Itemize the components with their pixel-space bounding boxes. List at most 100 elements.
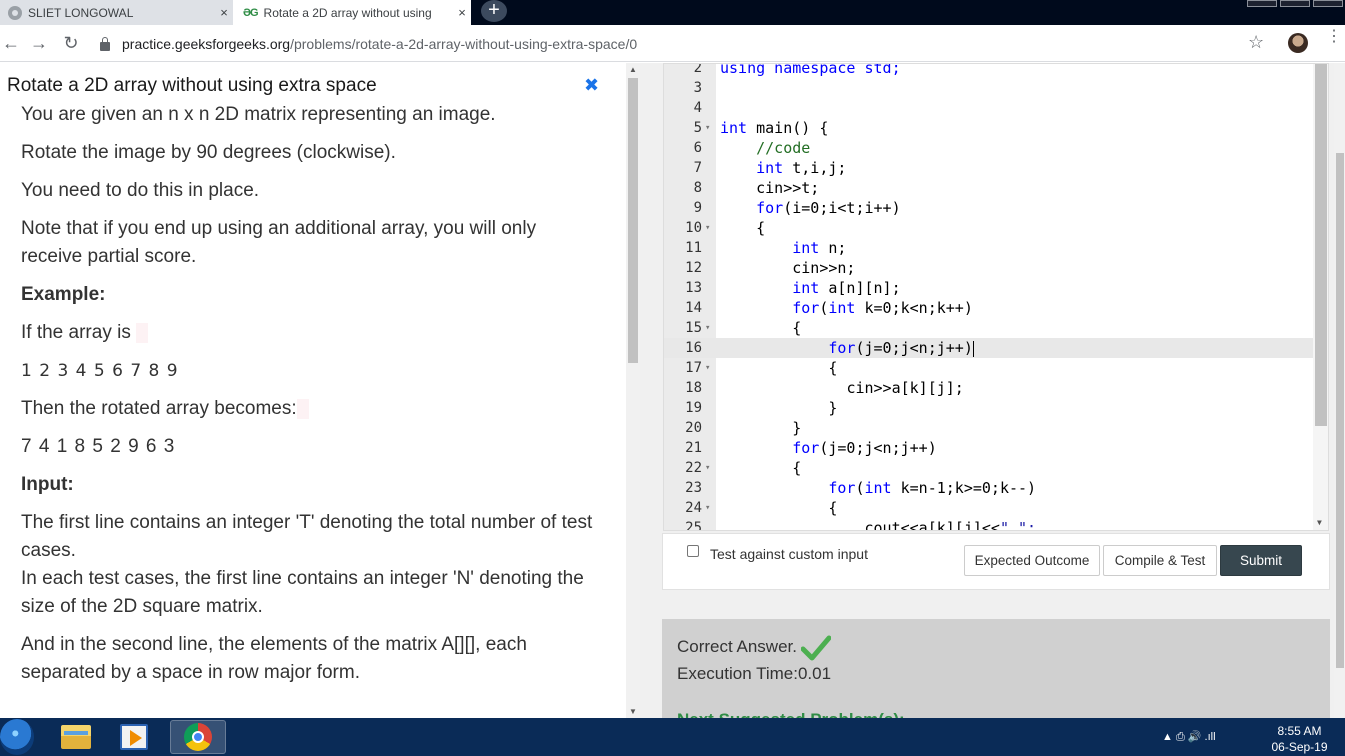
fold-arrow-icon[interactable]: ▾ (705, 118, 710, 138)
chrome-taskbar-button[interactable] (170, 720, 226, 754)
fold-arrow-icon[interactable]: ▾ (705, 218, 710, 238)
code-text: { (720, 358, 837, 378)
editor-scrollbar[interactable]: ▼ (1313, 64, 1328, 530)
code-line[interactable]: 17 ▾ { (664, 358, 1314, 378)
code-line[interactable]: 3 (664, 78, 1314, 98)
code-line[interactable]: 25 cout<<a[k][j]<<" "; (664, 518, 1314, 531)
file-explorer-taskbar-button[interactable] (48, 720, 104, 754)
scrollbar-thumb[interactable] (1336, 153, 1344, 668)
tab-sliet[interactable]: SLIET LONGOWAL × (0, 0, 233, 25)
code-token: int (756, 159, 784, 177)
code-text: cin>>t; (720, 178, 819, 198)
code-line[interactable]: 13 int a[n][n]; (664, 278, 1314, 298)
line-number: 16 (685, 340, 702, 356)
code-line[interactable]: 8 cin>>t; (664, 178, 1314, 198)
reload-button[interactable]: ↻ (60, 33, 82, 53)
scrollbar-thumb[interactable] (628, 78, 638, 363)
code-line[interactable]: 5 ▾ int main() { (664, 118, 1314, 138)
maximize-button[interactable] (1280, 0, 1310, 7)
gfg-logo-icon: ƏG (243, 6, 259, 19)
close-window-button[interactable] (1313, 0, 1343, 7)
scrollbar-thumb[interactable] (1315, 64, 1327, 426)
page-scrollbar[interactable] (1334, 63, 1345, 718)
line-number: 25 (685, 520, 702, 531)
code-line[interactable]: 12 cin>>n; (664, 258, 1314, 278)
new-tab-button[interactable]: + (481, 0, 507, 22)
scroll-down-icon[interactable]: ▼ (1317, 518, 1322, 527)
os-taskbar: ▲ ⎙ 🔊 .ıll 8:55 AM 06-Sep-19 (0, 718, 1345, 756)
example-heading: Example: (21, 284, 106, 305)
code-editor[interactable]: 2 using namespace std; 3 4 5 ▾ int main() {6 /… (663, 63, 1329, 531)
code-line[interactable]: 21 for(j=0;j<n;j++) (664, 438, 1314, 458)
browser-menu-icon[interactable]: ⋮ (1326, 29, 1342, 45)
fold-arrow-icon[interactable]: ▾ (705, 318, 710, 338)
media-player-taskbar-button[interactable] (106, 720, 162, 754)
code-text: //code (720, 138, 810, 158)
code-line[interactable]: 22 ▾ { (664, 458, 1314, 478)
next-suggested-link[interactable]: Next Suggested Problem(s): (677, 710, 905, 718)
tab-title: Rotate a 2D array without using (263, 5, 432, 20)
forward-button[interactable]: → (28, 33, 50, 53)
minimize-button[interactable] (1247, 0, 1277, 7)
example-array: 1 2 3 4 5 6 7 8 9 (21, 361, 179, 381)
compile-test-button[interactable]: Compile & Test (1103, 545, 1217, 576)
code-line[interactable]: 16 for(j=0;j<n;j++) (664, 338, 1314, 358)
scroll-down-icon[interactable]: ▼ (629, 707, 637, 716)
statement-text: You are given an n x n 2D matrix represe… (21, 104, 496, 125)
tab-rotate-array[interactable]: ƏG Rotate a 2D array without using × (233, 0, 471, 25)
submit-button[interactable]: Submit (1220, 545, 1302, 576)
code-text: for(i=0;i<t;i++) (720, 198, 901, 218)
profile-avatar[interactable] (1288, 33, 1308, 53)
start-button[interactable] (0, 719, 34, 755)
code-line[interactable]: 4 (664, 98, 1314, 118)
code-line[interactable]: 7 int t,i,j; (664, 158, 1314, 178)
code-token: for (828, 479, 856, 497)
fold-arrow-icon[interactable]: ▾ (705, 358, 710, 378)
code-line[interactable]: 24 ▾ { (664, 498, 1314, 518)
back-button[interactable]: ← (0, 33, 22, 53)
media-player-icon (120, 724, 148, 750)
code-text: for(int k=0;k<n;k++) (792, 299, 973, 317)
close-tab-icon[interactable]: × (453, 5, 471, 20)
code-line[interactable]: 15 ▾ { (664, 318, 1314, 338)
expected-outcome-button[interactable]: Expected Outcome (964, 545, 1100, 576)
code-text: { (720, 318, 801, 338)
custom-input-checkbox[interactable] (687, 545, 699, 557)
code-line[interactable]: 19 } (664, 398, 1314, 418)
system-tray[interactable]: ▲ ⎙ 🔊 .ıll (1162, 730, 1216, 744)
code-line[interactable]: 20 } (664, 418, 1314, 438)
code-line[interactable]: 10 ▾ { (664, 218, 1314, 238)
fold-arrow-icon[interactable]: ▾ (705, 498, 710, 518)
taskbar-clock[interactable]: 8:55 AM 06-Sep-19 (1262, 723, 1337, 755)
code-line[interactable]: 23 for(int k=n-1;k>=0;k--) (664, 478, 1314, 498)
url-field[interactable]: practice.geeksforgeeks.org/problems/rota… (100, 32, 1275, 56)
globe-icon (8, 5, 22, 20)
code-token: cout<<a[k][j]<< (864, 519, 1000, 531)
close-tab-icon[interactable]: × (215, 5, 233, 20)
code-line[interactable]: 14 for(int k=0;k<n;k++) (664, 298, 1314, 318)
code-token: int (792, 239, 820, 257)
code-text: { (720, 498, 837, 518)
code-token: a[n][n]; (819, 279, 901, 297)
code-line[interactable]: 11 int n; (664, 238, 1314, 258)
problem-scrollbar[interactable]: ▲ ▼ (626, 63, 640, 718)
collapse-icon[interactable]: ✖ (584, 75, 599, 96)
code-line[interactable]: 6 //code (664, 138, 1314, 158)
address-bar-row: ← → ↻ practice.geeksforgeeks.org/problem… (0, 25, 1345, 62)
code-token: cin>>t; (756, 179, 820, 197)
code-text: using namespace std; (720, 64, 901, 78)
code-token: " "; (999, 519, 1037, 531)
code-line[interactable]: 18 cin>>a[k][j]; (664, 378, 1314, 398)
bookmark-star-icon[interactable]: ☆ (1248, 32, 1264, 53)
code-token: { (756, 219, 766, 237)
custom-input-label[interactable]: Test against custom input (710, 546, 868, 562)
line-number: 20 (685, 420, 702, 436)
fold-arrow-icon[interactable]: ▾ (705, 458, 710, 478)
code-token: cin>>a[k][j]; (846, 379, 964, 397)
code-token: t,i,j; (783, 159, 847, 177)
code-line[interactable]: 9 for(i=0;i<t;i++) (664, 198, 1314, 218)
code-token: int (864, 479, 892, 497)
scroll-up-icon[interactable]: ▲ (629, 65, 637, 74)
code-line[interactable]: 2 using namespace std; (664, 64, 1314, 78)
folder-icon (61, 725, 91, 749)
